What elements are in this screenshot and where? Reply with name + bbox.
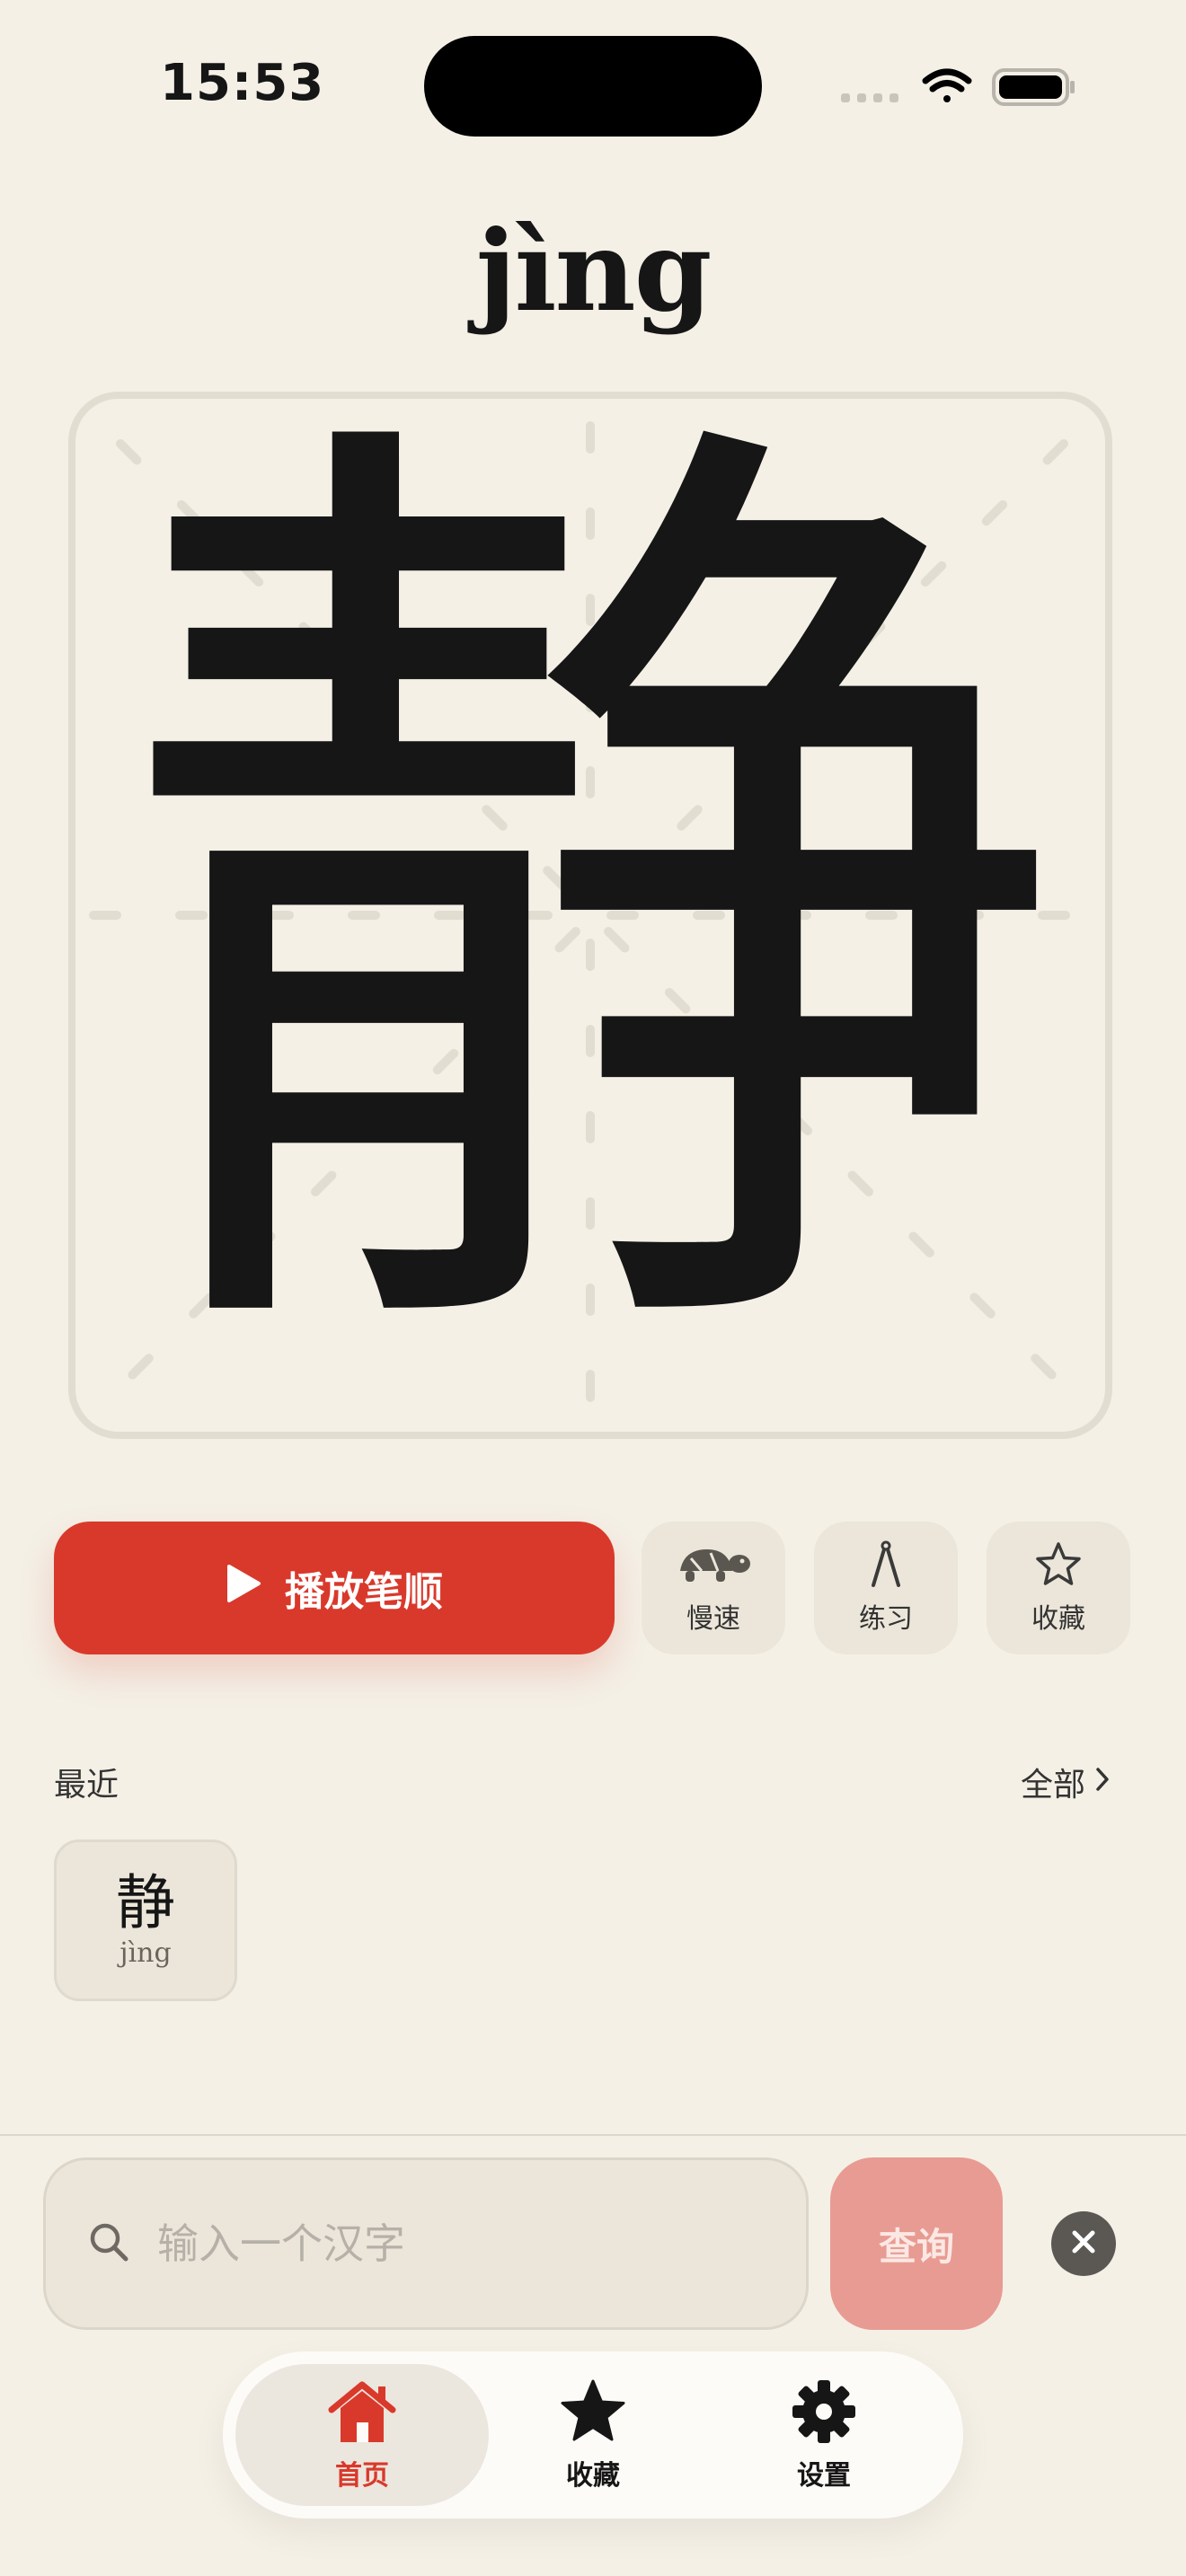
star-outline-icon: [1033, 1540, 1084, 1589]
play-icon: [226, 1564, 261, 1613]
dynamic-island: [424, 36, 762, 137]
character-grid[interactable]: 静: [68, 392, 1112, 1439]
favorite-label: 收藏: [1031, 1603, 1085, 1635]
slow-speed-button[interactable]: 慢速: [642, 1522, 785, 1654]
tab-favorites-label: 收藏: [566, 2460, 620, 2492]
recent-item-pinyin: jìng: [119, 1937, 172, 1970]
turtle-icon: [675, 1540, 752, 1589]
tab-settings[interactable]: 设置: [697, 2364, 951, 2506]
recent-item-character: 静: [116, 1867, 175, 1937]
clear-button[interactable]: [1051, 2211, 1116, 2276]
gear-icon: [791, 2378, 857, 2446]
status-time: 15:53: [160, 54, 325, 112]
search-icon: [87, 2220, 130, 2267]
home-icon: [326, 2378, 398, 2446]
practice-label: 练习: [859, 1603, 913, 1635]
query-button[interactable]: 查询: [830, 2157, 1003, 2330]
recent-item[interactable]: 静 jìng: [54, 1839, 237, 2001]
signal-icon: [841, 93, 898, 102]
practice-button[interactable]: 练习: [814, 1522, 958, 1654]
star-icon: [558, 2378, 628, 2446]
tab-home-label: 首页: [335, 2460, 389, 2492]
recent-section-title: 最近: [54, 1767, 119, 1804]
battery-icon: [992, 68, 1075, 106]
tab-home[interactable]: 首页: [235, 2364, 489, 2506]
wifi-icon: [922, 68, 972, 102]
favorite-button[interactable]: 收藏: [987, 1522, 1130, 1654]
pinyin-title: jìng: [475, 207, 712, 337]
play-stroke-order-button[interactable]: 播放笔顺: [54, 1522, 615, 1654]
search-bar[interactable]: [43, 2157, 809, 2330]
main-character: 静: [114, 392, 1067, 1439]
chevron-right-icon: [1094, 1764, 1111, 1801]
tab-bar: 首页 收藏 设置: [223, 2351, 963, 2519]
slow-label: 慢速: [686, 1603, 740, 1635]
status-icons: [836, 61, 1078, 111]
divider: [0, 2134, 1186, 2136]
tab-favorites[interactable]: 收藏: [466, 2364, 720, 2506]
compass-icon: [868, 1540, 904, 1589]
close-icon: [1069, 2228, 1098, 2260]
search-input[interactable]: [155, 2219, 734, 2269]
play-label: 播放笔顺: [285, 1569, 443, 1615]
view-all-label: 全部: [1020, 1767, 1085, 1804]
tab-settings-label: 设置: [797, 2460, 851, 2492]
view-all-link[interactable]: 全部: [1021, 1759, 1111, 1805]
